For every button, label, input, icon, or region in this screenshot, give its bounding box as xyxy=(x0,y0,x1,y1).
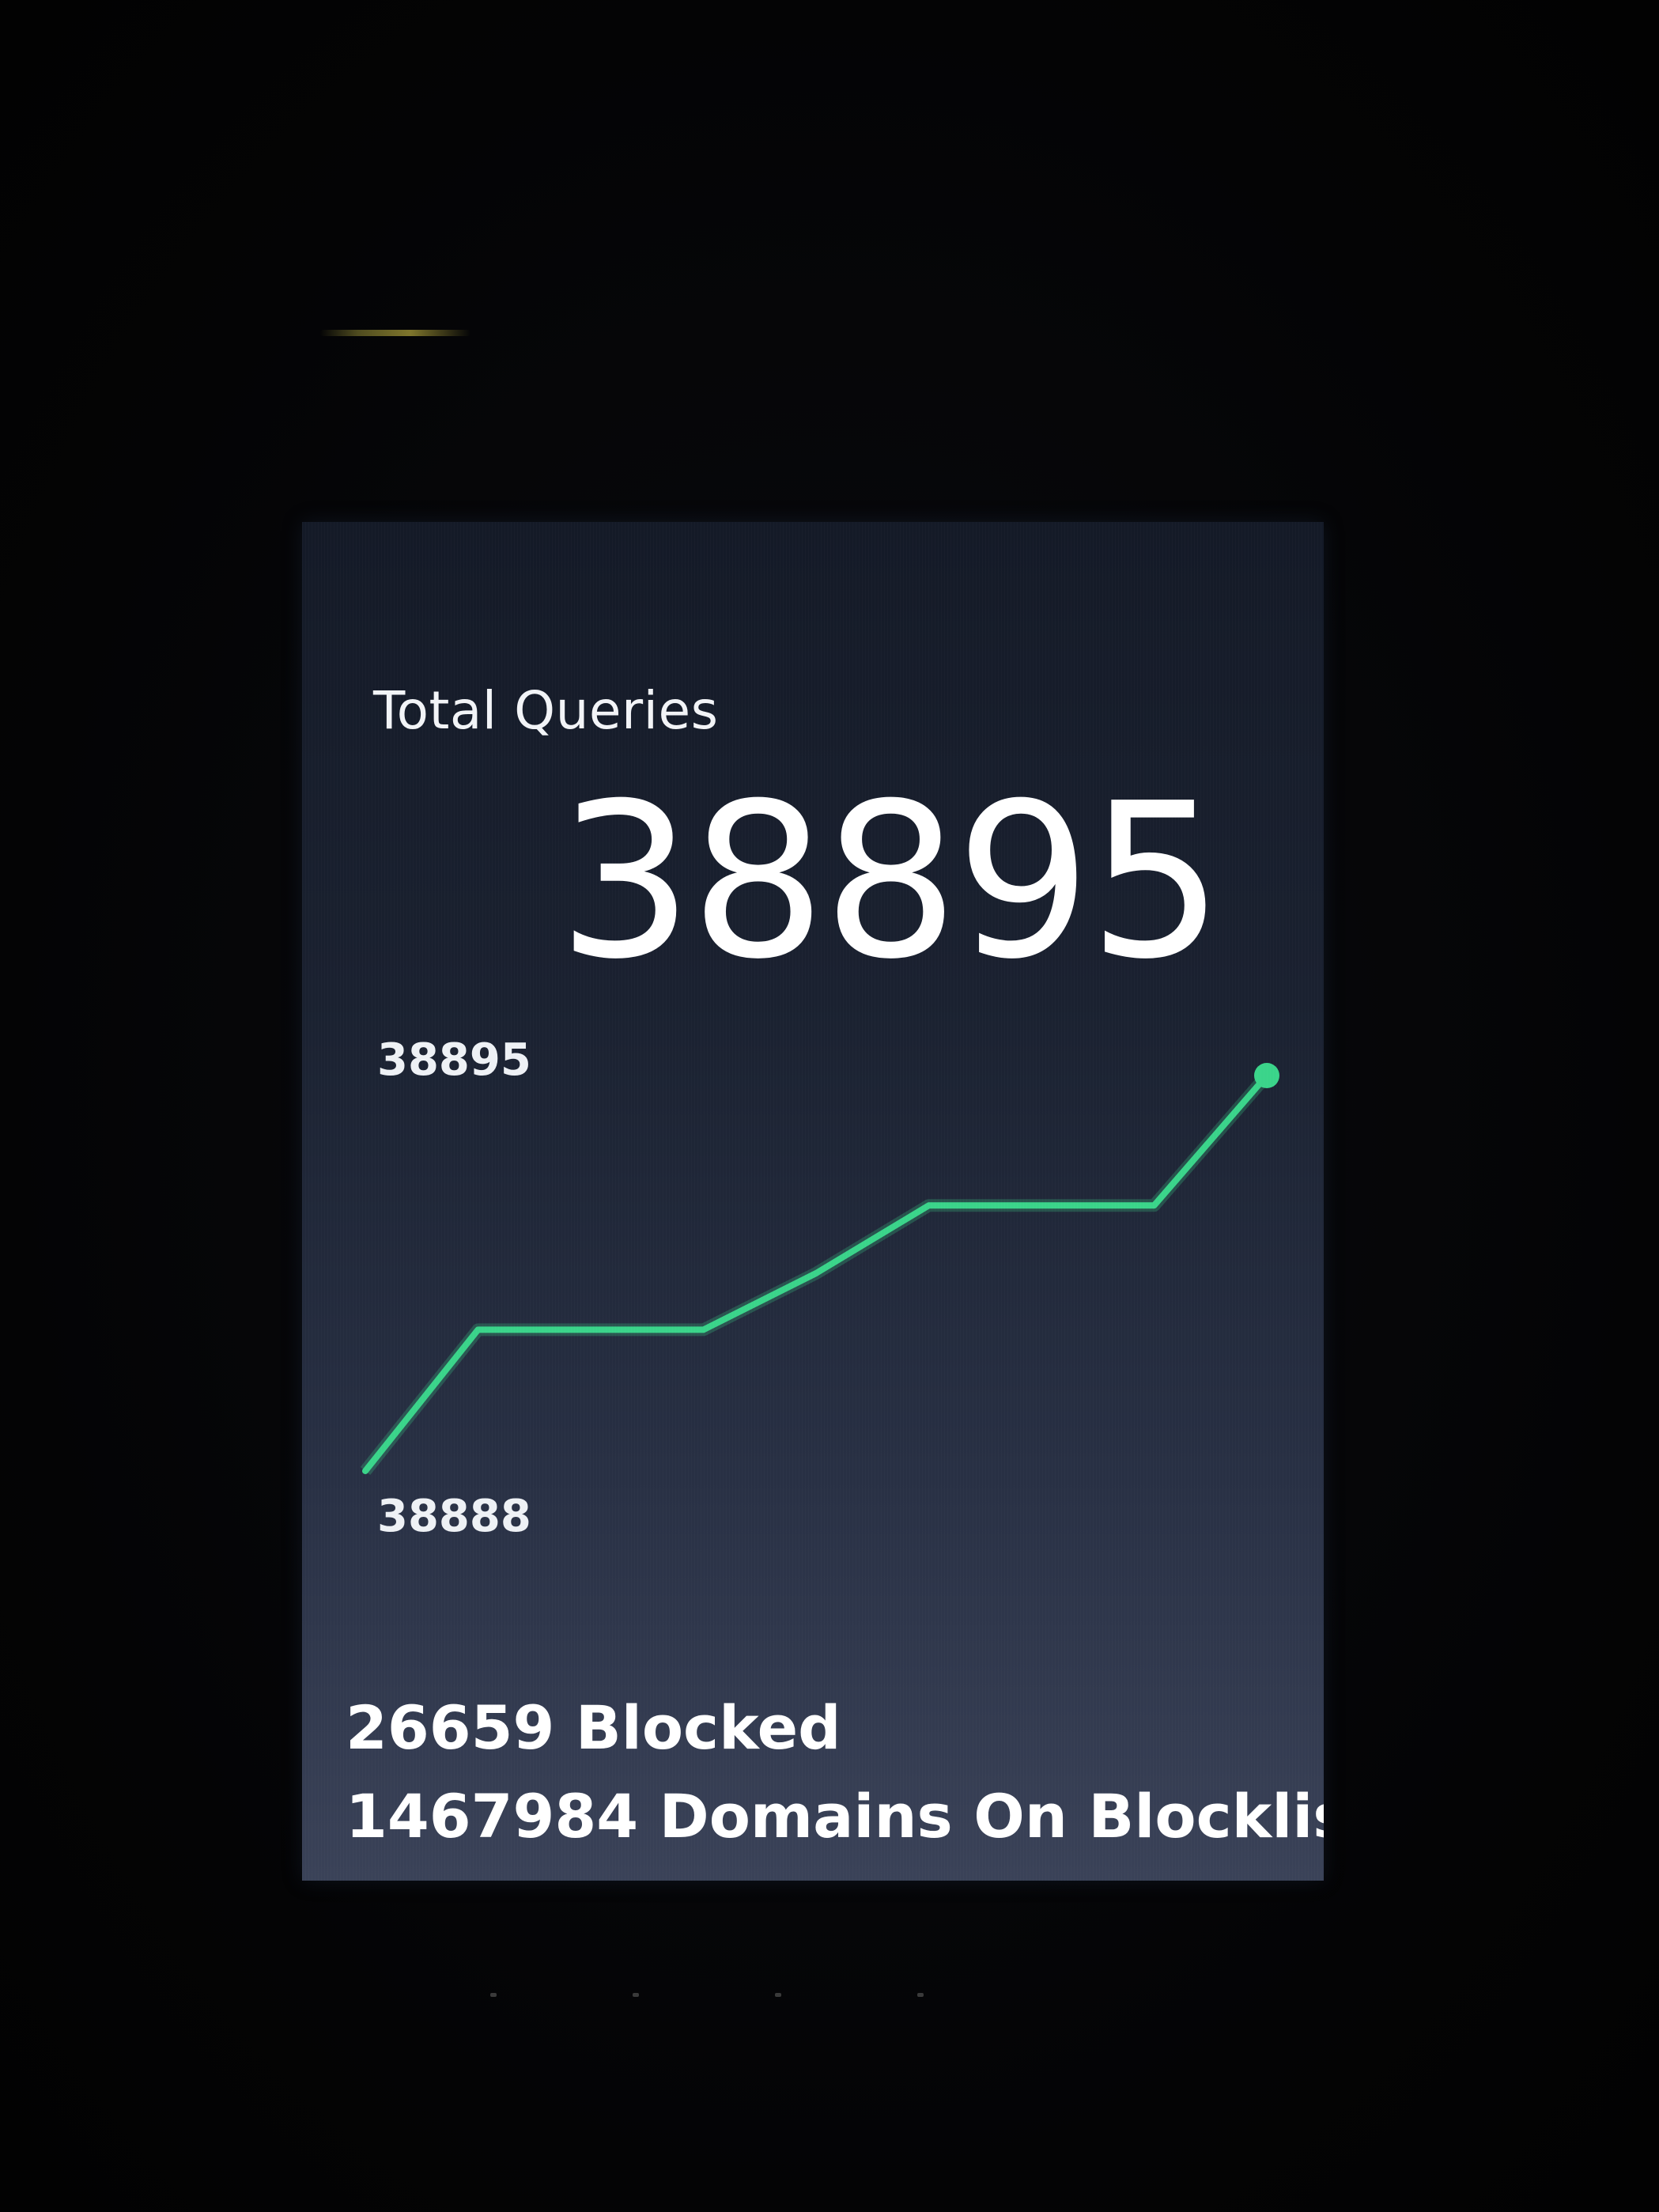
bezel-mark xyxy=(490,1993,497,1997)
light-reflection xyxy=(320,330,470,336)
blocked-count: 26659 Blocked xyxy=(346,1692,841,1763)
axis-min-label: 38888 xyxy=(377,1491,531,1542)
bezel-mark xyxy=(775,1993,781,1997)
end-marker xyxy=(1254,1063,1279,1088)
display-screen: Total Queries 38895 38895 38888 26659 Bl… xyxy=(302,522,1324,1881)
total-queries-value: 38895 xyxy=(557,757,1224,1006)
bezel-mark xyxy=(917,1993,924,1997)
queries-line-chart xyxy=(360,1063,1279,1475)
blocklist-count: 1467984 Domains On Blocklist xyxy=(346,1781,1324,1851)
device-bezel-marks xyxy=(490,1993,933,2001)
photo-background: Total Queries 38895 38895 38888 26659 Bl… xyxy=(0,0,1659,2212)
series-line xyxy=(362,1072,1270,1474)
panel-title: Total Queries xyxy=(373,680,719,741)
bezel-mark xyxy=(633,1993,639,1997)
